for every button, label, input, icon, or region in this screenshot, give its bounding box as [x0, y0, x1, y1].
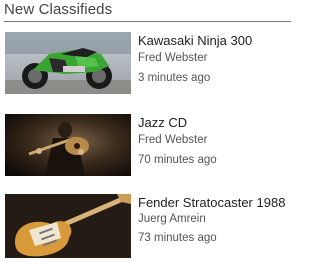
item-title[interactable]: Fender Stratocaster 1988	[138, 195, 285, 210]
item-posted-time: 73 minutes ago	[138, 232, 217, 244]
item-title[interactable]: Kawasaki Ninja 300	[138, 33, 252, 48]
item-seller: Fred Webster	[138, 134, 208, 146]
new-classifieds-widget: New Classifieds Kawasaki Ninja 300 Fred …	[0, 0, 291, 265]
title-divider	[4, 21, 291, 22]
motorcycle-thumbnail[interactable]	[5, 32, 131, 94]
guitar-thumbnail[interactable]	[5, 194, 131, 258]
item-seller: Fred Webster	[138, 52, 208, 64]
classified-item[interactable]: Kawasaki Ninja 300 Fred Webster 3 minute…	[5, 32, 287, 104]
guitarist-thumbnail[interactable]	[5, 114, 131, 176]
item-title[interactable]: Jazz CD	[138, 115, 187, 130]
item-posted-time: 70 minutes ago	[138, 154, 217, 166]
item-posted-time: 3 minutes ago	[138, 72, 211, 84]
classified-item[interactable]: Jazz CD Fred Webster 70 minutes ago	[5, 114, 287, 186]
classified-item[interactable]: Fender Stratocaster 1988 Juerg Amrein 73…	[5, 194, 287, 265]
widget-title: New Classifieds	[4, 1, 113, 18]
item-seller: Juerg Amrein	[138, 213, 206, 225]
